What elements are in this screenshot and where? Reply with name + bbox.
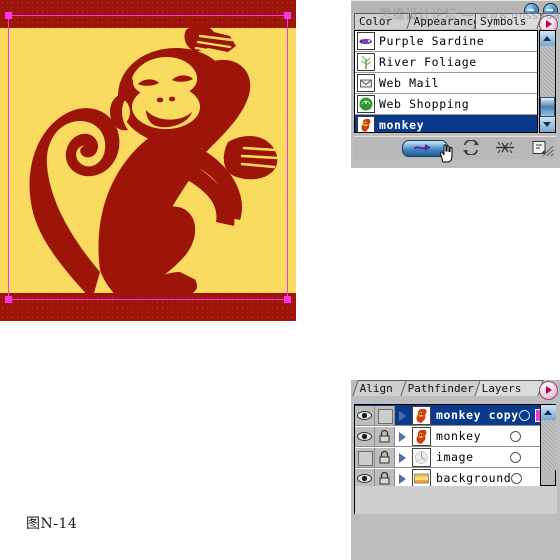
eye-icon <box>357 431 372 441</box>
symbols-panel-toolbar[interactable] <box>354 136 556 163</box>
layer-visibility-toggle[interactable] <box>355 447 375 467</box>
layer-visibility-toggle[interactable] <box>355 468 375 486</box>
list-item[interactable]: Purple Sardine <box>355 31 537 52</box>
web-mail-thumb <box>357 74 375 92</box>
monkey-thumb <box>412 426 431 446</box>
layer-lock-toggle[interactable] <box>375 468 395 486</box>
list-item-label: Web Shopping <box>379 97 470 111</box>
scroll-up-arrow-icon[interactable] <box>540 31 555 47</box>
monkey-thumb <box>412 405 431 425</box>
symbols-list[interactable]: Purple Sardine River Foliage Web Mail We… <box>354 30 538 133</box>
tab-pathfinder-label: Pathfinder <box>407 382 474 395</box>
break-link-to-symbol-icon[interactable] <box>494 140 516 155</box>
eye-icon <box>357 473 372 483</box>
scroll-down-arrow-icon[interactable] <box>540 116 555 132</box>
layer-expand-arrow[interactable] <box>395 405 410 425</box>
layers-list[interactable]: monkey copy monkey image background <box>354 404 540 486</box>
table-cell-layer-name: monkey <box>436 429 482 443</box>
symbols-list-scrollbar[interactable] <box>539 30 556 133</box>
layer-target-circle[interactable] <box>510 451 521 463</box>
monkey-thumb <box>357 116 375 132</box>
table-row[interactable]: background <box>355 468 540 486</box>
chevron-right-icon <box>399 410 406 421</box>
image-thumb <box>412 447 431 467</box>
mouse-cursor-hand-icon <box>440 144 453 163</box>
layers-list-scrollbar[interactable] <box>540 404 556 486</box>
table-row[interactable]: image <box>355 447 540 468</box>
chevron-right-icon <box>399 452 406 463</box>
resize-grip-icon[interactable] <box>542 145 554 157</box>
artwork-canvas[interactable] <box>0 0 296 321</box>
figure-caption: 图N-14 <box>26 516 78 532</box>
list-item-label: monkey <box>379 118 425 132</box>
layer-target-circle[interactable] <box>518 409 530 421</box>
table-row[interactable]: monkey copy <box>355 405 540 426</box>
layer-expand-arrow[interactable] <box>395 468 410 486</box>
list-item-label: Purple Sardine <box>379 34 485 48</box>
layer-expand-arrow[interactable] <box>395 426 410 446</box>
layer-target-circle[interactable] <box>510 430 521 442</box>
tab-color[interactable]: Color <box>354 13 410 29</box>
background-thumb <box>412 468 431 486</box>
lock-icon <box>379 471 390 484</box>
list-item-selected[interactable]: monkey <box>355 115 537 132</box>
layers-panel-footer <box>354 486 557 514</box>
layer-lock-toggle[interactable] <box>375 447 395 467</box>
list-item[interactable]: Web Mail <box>355 73 537 94</box>
list-item-label: River Foliage <box>379 55 477 69</box>
layers-panel-menu-button[interactable] <box>539 381 558 400</box>
layer-visibility-toggle[interactable] <box>355 426 375 446</box>
river-foliage-thumb <box>357 53 375 71</box>
list-item[interactable]: Web Shopping <box>355 94 537 115</box>
layer-lock-toggle[interactable] <box>375 405 395 425</box>
symbols-panel-titlebar[interactable] <box>351 0 560 18</box>
table-cell-layer-name: background <box>436 471 512 485</box>
layer-lock-toggle[interactable] <box>375 426 395 446</box>
selection-handle-bottom-right[interactable] <box>284 296 291 303</box>
eye-icon <box>357 410 372 420</box>
selection-bounding-box[interactable] <box>5 12 291 303</box>
scrollbar-thumb[interactable] <box>540 97 555 117</box>
play-arrow-icon <box>546 386 552 394</box>
layer-expand-arrow[interactable] <box>395 447 410 467</box>
right-arrow-icon <box>414 144 431 151</box>
scroll-up-arrow-icon[interactable] <box>541 405 556 421</box>
tab-symbols-label: Symbols <box>480 15 527 28</box>
tab-appearance-label: Appearance <box>413 15 480 28</box>
empty-lock-slot <box>378 408 393 424</box>
layer-visibility-toggle[interactable] <box>355 405 375 425</box>
tab-symbols[interactable]: Symbols <box>475 13 541 29</box>
tab-color-label: Color <box>359 15 393 28</box>
table-cell-layer-name: image <box>436 450 474 464</box>
web-shopping-thumb <box>357 95 375 113</box>
list-item[interactable]: River Foliage <box>355 52 537 73</box>
selection-handle-top-right[interactable] <box>284 12 291 19</box>
hidden-eye-slot <box>358 450 373 466</box>
selection-handle-top-left[interactable] <box>5 12 12 19</box>
lock-icon <box>379 429 390 442</box>
layer-target-circle[interactable] <box>511 472 523 484</box>
symbols-panel-tabs[interactable]: Color Appearance Symbols to <box>351 13 560 34</box>
list-item-label: Web Mail <box>379 76 440 90</box>
replace-symbol-icon[interactable] <box>462 140 480 155</box>
tab-layers-label: Layers <box>481 382 522 395</box>
chevron-right-icon <box>399 473 406 484</box>
tab-appearance[interactable]: Appearance <box>406 13 480 29</box>
scrollbar-track[interactable] <box>540 46 555 117</box>
tab-align-label: Align <box>359 382 393 395</box>
selection-handle-bottom-left[interactable] <box>5 296 12 303</box>
tab-layers[interactable]: Layers <box>474 380 544 396</box>
symbols-panel[interactable]: Color Appearance Symbols to Purple <box>351 0 560 168</box>
purple-sardine-thumb <box>357 32 375 50</box>
layers-panel-tabs[interactable]: Align Pathfinder Layers <box>351 380 560 400</box>
layers-panel[interactable]: Align Pathfinder Layers monkey copy monk… <box>351 380 560 560</box>
table-row[interactable]: monkey <box>355 426 540 447</box>
chevron-right-icon <box>399 431 406 442</box>
lock-icon <box>379 450 390 463</box>
play-arrow-icon <box>546 20 552 28</box>
scrollbar-track[interactable] <box>541 420 556 470</box>
table-cell-layer-name: monkey copy <box>436 408 519 422</box>
